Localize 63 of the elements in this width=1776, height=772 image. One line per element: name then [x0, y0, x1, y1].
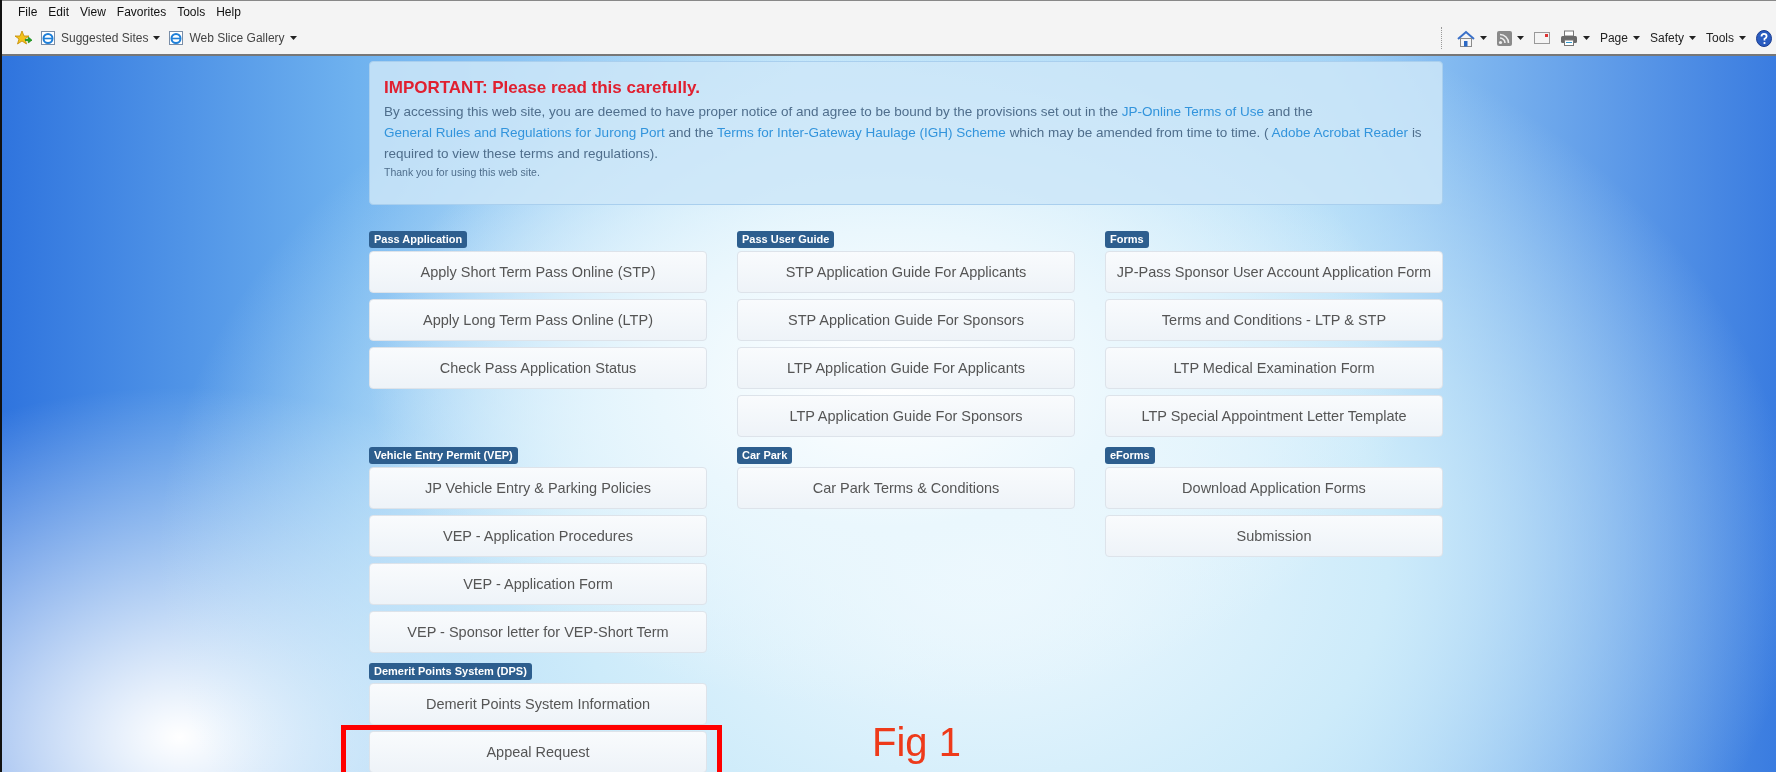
- toolbar-button[interactable]: [1559, 30, 1590, 46]
- menu-item[interactable]: Favorites: [116, 4, 167, 19]
- feed-icon: [1496, 30, 1512, 46]
- caret-icon: [1582, 36, 1590, 40]
- caret-icon: [289, 36, 297, 40]
- link-button[interactable]: JP Vehicle Entry & Parking Policies: [369, 467, 707, 509]
- menu-item[interactable]: Tools: [177, 4, 206, 19]
- caret-icon: [1739, 36, 1746, 40]
- section-label: Vehicle Entry Permit (VEP): [369, 447, 518, 464]
- menu-item[interactable]: Edit: [48, 4, 70, 19]
- thanks-text: Thank you for using this web site.: [384, 166, 541, 178]
- section-label: eForms: [1105, 447, 1155, 464]
- link-button[interactable]: Apply Long Term Pass Online (LTP): [369, 299, 707, 341]
- link-button[interactable]: STP Application Guide For Sponsors: [737, 299, 1075, 341]
- figure-caption: Fig 1: [872, 720, 961, 764]
- toolbar-button[interactable]: [1496, 30, 1524, 46]
- link-button[interactable]: Demerit Points System Information: [369, 683, 707, 725]
- favorite-link[interactable]: Web Slice Gallery: [168, 30, 297, 46]
- link-button[interactable]: Apply Short Term Pass Online (STP): [369, 251, 707, 293]
- menu-item[interactable]: File: [18, 4, 38, 19]
- caret-icon: [1479, 36, 1487, 40]
- link-button[interactable]: LTP Application Guide For Sponsors: [737, 395, 1075, 437]
- browser-page-icon: [40, 30, 56, 46]
- link-button[interactable]: Check Pass Application Status: [369, 347, 707, 389]
- link-button[interactable]: LTP Medical Examination Form: [1105, 347, 1443, 389]
- mail-icon: [1533, 32, 1550, 44]
- link-button[interactable]: LTP Application Guide For Applicants: [737, 347, 1075, 389]
- section-label: Pass User Guide: [737, 231, 835, 248]
- star-icon: [14, 30, 32, 46]
- notice-text: By accessing this web site, you are deemed to have proper notice of and agree to be bound by the provisions set out in the JP-Online Terms of Use and the General Rules and Regulations for Jurong Port and the Terms for Inter-Gateway Haulage (IGH) Scheme which may be amended from time to time. ( Adobe Acrobat Reader is required to view these terms and regulations).: [384, 103, 1423, 163]
- section-label: Car Park: [737, 447, 793, 464]
- link-button[interactable]: VEP - Application Form: [369, 563, 707, 605]
- link-button[interactable]: Terms and Conditions - LTP & STP: [1105, 299, 1443, 341]
- caret-icon: [153, 36, 161, 40]
- link-button[interactable]: STP Application Guide For Applicants: [737, 251, 1075, 293]
- notice-title: IMPORTANT: Please read this carefully.: [384, 78, 701, 98]
- link-button[interactable]: VEP - Sponsor letter for VEP-Short Term: [369, 611, 707, 653]
- help-icon: [1756, 29, 1772, 47]
- section-label: Demerit Points System (DPS): [369, 663, 532, 680]
- toolbar-button[interactable]: [1533, 32, 1550, 44]
- link-button[interactable]: Car Park Terms & Conditions: [737, 467, 1075, 509]
- caret-icon: [1632, 36, 1640, 40]
- link-button[interactable]: JP-Pass Sponsor User Account Application Form: [1105, 251, 1443, 293]
- caret-icon: [1516, 36, 1524, 40]
- link-button[interactable]: Submission: [1105, 515, 1443, 557]
- toolbar-menu[interactable]: Page: [1599, 31, 1640, 45]
- link-button[interactable]: Appeal Request: [369, 731, 707, 772]
- toolbar-button[interactable]: [1456, 29, 1487, 47]
- toolbar-menu[interactable]: Tools: [1706, 31, 1746, 45]
- link-button[interactable]: LTP Special Appointment Letter Template: [1105, 395, 1443, 437]
- section-label: Pass Application: [369, 231, 468, 248]
- toolbar-menu[interactable]: Safety: [1649, 31, 1696, 45]
- toolbar-button[interactable]: [1756, 29, 1772, 47]
- menu-item[interactable]: Help: [216, 4, 241, 19]
- printer-icon: [1559, 30, 1578, 46]
- home-icon: [1456, 29, 1475, 47]
- section-label: Forms: [1105, 231, 1149, 248]
- favorite-link[interactable]: Suggested Sites: [40, 30, 161, 46]
- link-button[interactable]: Download Application Forms: [1105, 467, 1443, 509]
- link-button[interactable]: VEP - Application Procedures: [369, 515, 707, 557]
- menu-item[interactable]: View: [80, 4, 106, 19]
- caret-icon: [1689, 36, 1696, 40]
- browser-page-icon: [168, 30, 185, 46]
